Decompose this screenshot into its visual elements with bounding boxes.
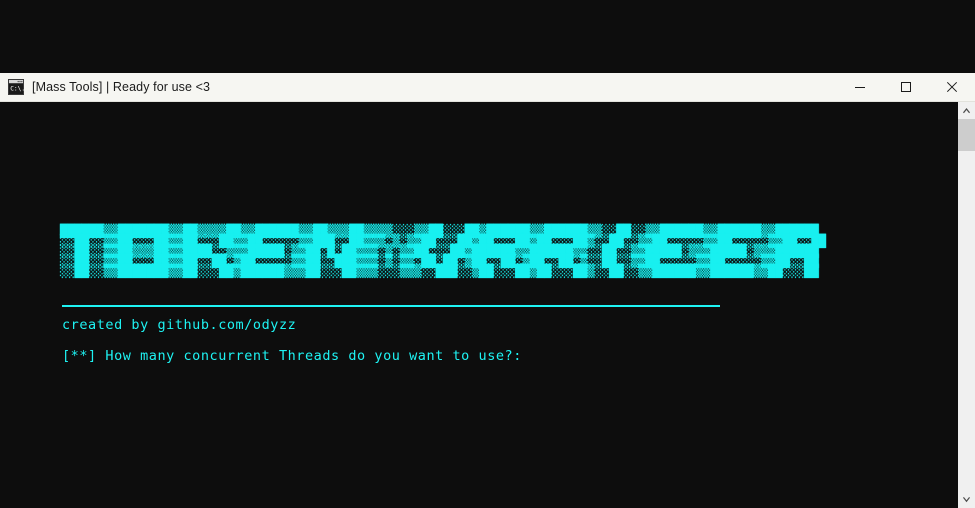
- vertical-scrollbar[interactable]: [957, 102, 975, 508]
- close-button[interactable]: [929, 73, 975, 101]
- scroll-up-arrow-icon[interactable]: [958, 102, 975, 119]
- minimize-button[interactable]: [837, 73, 883, 101]
- thread-count-prompt[interactable]: [**] How many concurrent Threads do you …: [62, 348, 522, 364]
- cmd-console-icon: C:\.: [8, 79, 25, 95]
- desktop-backdrop: [0, 0, 975, 73]
- screen: C:\. [Mass Tools] | Ready for use <3 ███…: [0, 0, 975, 508]
- horizontal-separator: [62, 305, 720, 307]
- console-window: C:\. [Mass Tools] | Ready for use <3 ███…: [0, 73, 975, 508]
- scrollbar-track[interactable]: [958, 119, 975, 491]
- maximize-button[interactable]: [883, 73, 929, 101]
- window-title-text: [Mass Tools] | Ready for use <3: [32, 80, 211, 94]
- credit-line: created by github.com/odyzz: [62, 317, 297, 333]
- scrollbar-thumb[interactable]: [958, 119, 975, 151]
- window-title-bar[interactable]: C:\. [Mass Tools] | Ready for use <3: [0, 73, 975, 102]
- ascii-banner-token-verifier: ██████▒▒███████▒▒██▒▒▒▒██▒▒██████▒▒██▒▒▒…: [60, 224, 826, 278]
- console-body-region: ██████▒▒███████▒▒██▒▒▒▒██▒▒██████▒▒██▒▒▒…: [0, 102, 975, 508]
- console-output-area[interactable]: ██████▒▒███████▒▒██▒▒▒▒██▒▒██████▒▒██▒▒▒…: [0, 102, 957, 508]
- svg-text:C:\.: C:\.: [10, 86, 24, 93]
- scroll-down-arrow-icon[interactable]: [958, 491, 975, 508]
